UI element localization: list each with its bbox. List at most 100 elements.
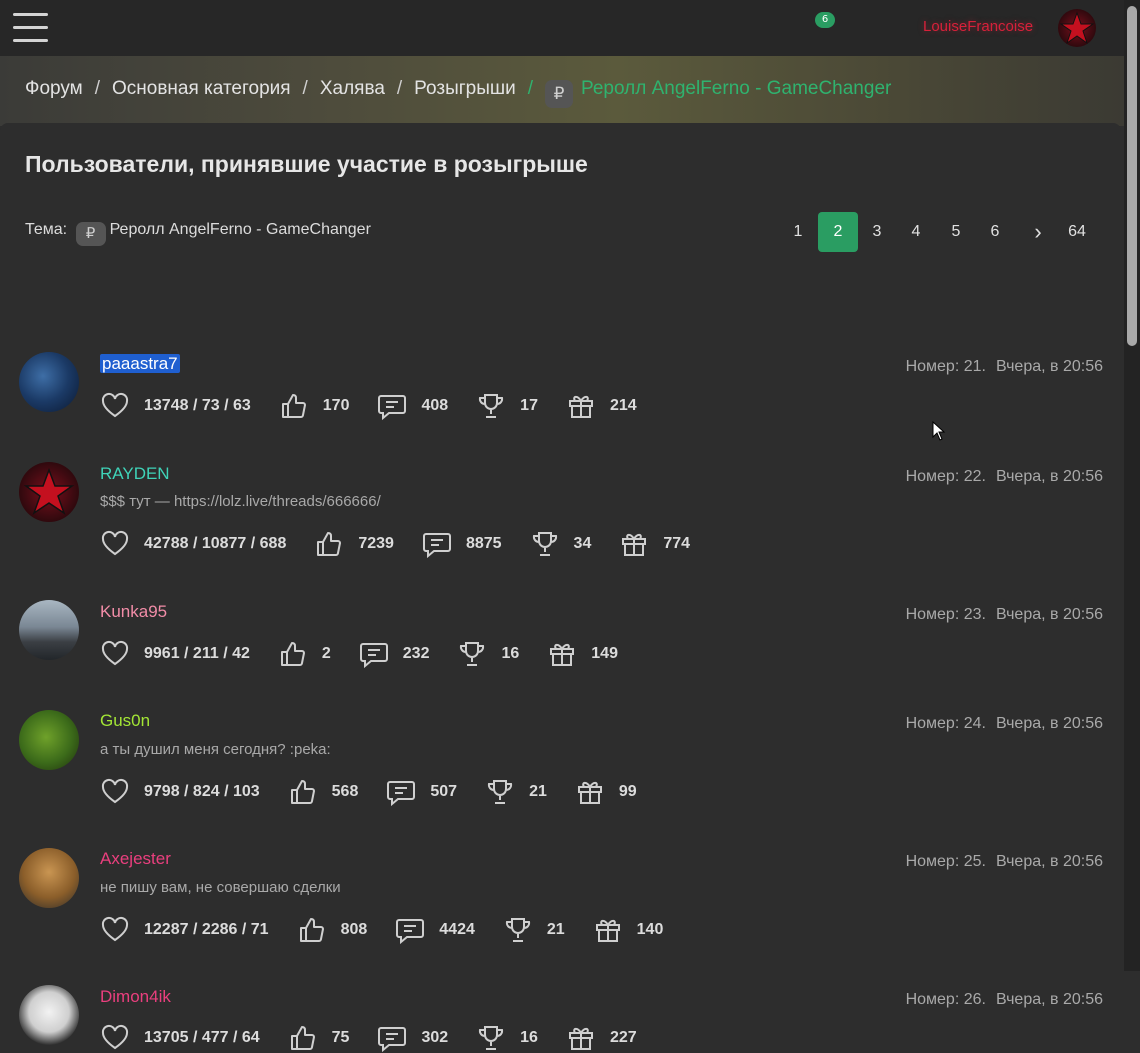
page-5[interactable]: 5 bbox=[936, 212, 976, 252]
gifts-value: 140 bbox=[636, 921, 664, 938]
gifts-value: 227 bbox=[609, 1029, 637, 1046]
breadcrumb-freebies[interactable]: Халява bbox=[320, 78, 385, 99]
entry-time: Вчера, в 20:56 bbox=[995, 853, 1103, 870]
participant-name[interactable]: RAYDEN bbox=[100, 464, 170, 484]
gift-icon bbox=[575, 777, 605, 807]
trophy-icon bbox=[485, 777, 515, 807]
heart-icon bbox=[100, 639, 130, 669]
entry-number: Номер: 21. bbox=[905, 358, 986, 375]
page-1[interactable]: 1 bbox=[778, 212, 818, 252]
participant-meta: Номер: 22. Вчера, в 20:56 bbox=[906, 468, 1103, 486]
scrollbar[interactable] bbox=[1124, 0, 1140, 971]
rep-value: 42788 / 10877 / 688 bbox=[144, 535, 287, 552]
participant-stats: 13705 / 477 / 64 75 302 16 227 bbox=[100, 1023, 665, 1053]
messages-badge: 6 bbox=[815, 12, 835, 28]
current-username[interactable]: LouiseFrancoise bbox=[923, 18, 1033, 35]
participant-name[interactable]: Gus0n bbox=[100, 711, 150, 731]
messages-value: 4424 bbox=[439, 921, 475, 938]
ruble-prefix-icon: ₽ bbox=[75, 222, 106, 246]
page-3[interactable]: 3 bbox=[857, 212, 897, 252]
participant-avatar[interactable] bbox=[19, 985, 79, 1045]
gift-icon bbox=[619, 529, 649, 559]
participant-avatar[interactable] bbox=[19, 848, 79, 908]
likes-value: 568 bbox=[331, 783, 359, 800]
entry-time: Вчера, в 20:56 bbox=[995, 468, 1103, 485]
breadcrumb-separator: / bbox=[396, 78, 403, 99]
trophy-icon bbox=[503, 915, 533, 945]
trophy-icon bbox=[476, 1023, 506, 1053]
messages-value: 302 bbox=[421, 1029, 449, 1046]
participant-avatar[interactable] bbox=[19, 462, 79, 522]
gift-icon bbox=[547, 639, 577, 669]
messages-value: 507 bbox=[430, 783, 458, 800]
message-icon bbox=[377, 391, 407, 421]
rep-value: 9961 / 211 / 42 bbox=[144, 645, 250, 662]
page-title: Пользователи, принявшие участие в розыгр… bbox=[25, 151, 588, 177]
scrollbar-thumb[interactable] bbox=[1127, 6, 1137, 346]
participant-stats: 12287 / 2286 / 71 808 4424 21 140 bbox=[100, 915, 691, 945]
participant-stats: 42788 / 10877 / 688 7239 8875 34 774 bbox=[100, 529, 718, 559]
rep-value: 12287 / 2286 / 71 bbox=[144, 921, 269, 938]
gift-icon bbox=[566, 1023, 596, 1053]
message-icon bbox=[386, 777, 416, 807]
page-next[interactable]: › bbox=[1018, 212, 1058, 252]
theme-link[interactable]: Реролл AngelFerno - GameChanger bbox=[110, 221, 371, 238]
participant-avatar[interactable] bbox=[19, 710, 79, 770]
trophies-value: 21 bbox=[546, 921, 565, 938]
page-4[interactable]: 4 bbox=[896, 212, 936, 252]
gifts-value: 214 bbox=[609, 397, 637, 414]
participant-signature: не пишу вам, не совершаю сделки bbox=[100, 879, 341, 896]
gifts-value: 774 bbox=[663, 535, 691, 552]
breadcrumb-forum[interactable]: Форум bbox=[25, 78, 83, 99]
entry-number: Номер: 22. bbox=[905, 468, 986, 485]
participant-meta: Номер: 23. Вчера, в 20:56 bbox=[906, 606, 1103, 624]
likes-value: 7239 bbox=[358, 535, 394, 552]
breadcrumb-current[interactable]: Реролл AngelFerno - GameChanger bbox=[581, 78, 891, 99]
theme-line: Тема: ₽ Реролл AngelFerno - GameChanger bbox=[25, 221, 371, 246]
participant-name[interactable]: Kunka95 bbox=[100, 602, 167, 622]
trophy-icon bbox=[530, 529, 560, 559]
message-icon bbox=[359, 639, 389, 669]
trophies-value: 34 bbox=[573, 535, 592, 552]
participant-stats: 9798 / 824 / 103 568 507 21 99 bbox=[100, 777, 665, 807]
ruble-prefix-icon: ₽ bbox=[545, 80, 574, 108]
user-avatar[interactable] bbox=[1058, 9, 1096, 47]
trophies-value: 17 bbox=[520, 397, 538, 414]
messages-value: 8875 bbox=[465, 535, 502, 552]
trophies-value: 21 bbox=[529, 783, 547, 800]
heart-icon bbox=[100, 391, 130, 421]
participant-stats: 9961 / 211 / 42 2 232 16 149 bbox=[100, 639, 646, 669]
message-icon bbox=[422, 529, 452, 559]
like-icon bbox=[278, 639, 308, 669]
participant-name[interactable]: paaastra7 bbox=[100, 354, 180, 374]
page-2-current[interactable]: 2 bbox=[818, 212, 858, 252]
page-last[interactable]: 64 bbox=[1057, 212, 1097, 252]
gifts-value: 99 bbox=[618, 783, 637, 800]
likes-value: 2 bbox=[321, 645, 331, 662]
like-icon bbox=[314, 529, 344, 559]
trophy-icon bbox=[457, 639, 487, 669]
messages-value: 408 bbox=[421, 397, 449, 414]
participant-avatar[interactable] bbox=[19, 352, 79, 412]
gifts-value: 149 bbox=[591, 645, 618, 662]
likes-value: 808 bbox=[340, 921, 368, 938]
like-icon bbox=[279, 391, 309, 421]
entry-time: Вчера, в 20:56 bbox=[995, 715, 1103, 732]
entry-number: Номер: 26. bbox=[905, 991, 986, 1008]
messages-value: 232 bbox=[402, 645, 430, 662]
breadcrumb-giveaways[interactable]: Розыгрыши bbox=[414, 78, 516, 99]
rep-value: 13748 / 73 / 63 bbox=[144, 397, 251, 414]
menu-icon[interactable] bbox=[13, 13, 48, 43]
participant-name-text: paaastra7 bbox=[100, 354, 180, 373]
breadcrumb-main-category[interactable]: Основная категория bbox=[112, 78, 291, 99]
heart-icon bbox=[100, 1023, 130, 1053]
participant-meta: Номер: 25. Вчера, в 20:56 bbox=[906, 853, 1103, 871]
breadcrumb: Форум / Основная категория / Халява / Розыгрыш… bbox=[25, 78, 891, 108]
breadcrumb-separator: / bbox=[302, 78, 308, 99]
participant-name[interactable]: Axejester bbox=[100, 849, 171, 869]
participant-name[interactable]: Dimon4ik bbox=[100, 987, 171, 1007]
participant-avatar[interactable] bbox=[19, 600, 79, 660]
page-6[interactable]: 6 bbox=[975, 212, 1015, 252]
participant-meta: Номер: 26. Вчера, в 20:56 bbox=[906, 991, 1103, 1009]
entry-time: Вчера, в 20:56 bbox=[995, 358, 1103, 375]
